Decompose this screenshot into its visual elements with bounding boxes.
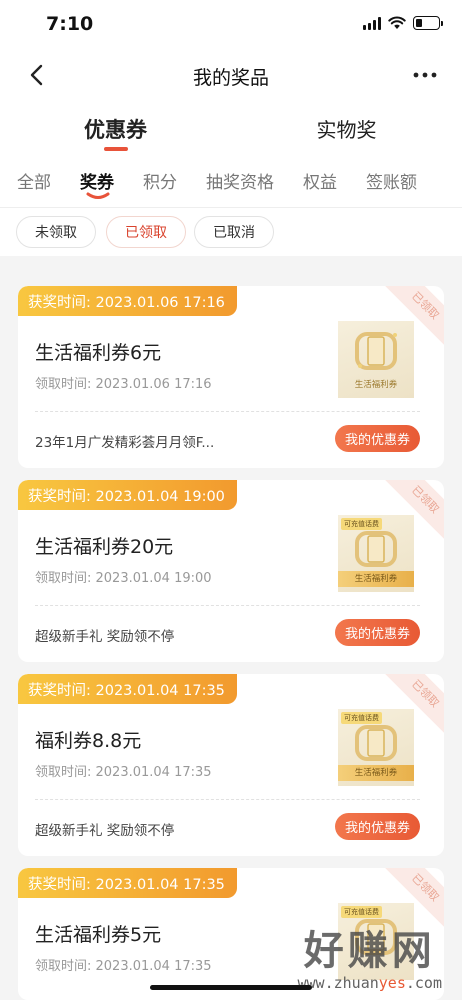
main-tabs: 优惠券 实物奖 — [0, 100, 462, 158]
phone-voucher-icon — [355, 725, 397, 761]
watermark-logo-text: 好赚网 — [303, 928, 436, 974]
prize-card: 获奖时间: 2023.01.06 17:16 已领取 生活福利券6元 领取时间:… — [18, 286, 444, 468]
card-divider — [35, 799, 420, 800]
phone-voucher-icon — [355, 332, 397, 370]
claim-time: 领取时间: 2023.01.06 17:16 — [35, 377, 212, 392]
card-divider — [35, 411, 420, 412]
prize-source: 超级新手礼 奖励领不停 — [35, 629, 175, 645]
claim-time: 领取时间: 2023.01.04 17:35 — [35, 959, 212, 974]
coupon-thumbnail: 可充值话费 生活福利券 — [338, 515, 414, 592]
prize-card: 获奖时间: 2023.01.04 17:35 已领取 福利券8.8元 领取时间:… — [18, 674, 444, 856]
coupon-thumbnail: 可充值话费 生活福利券 — [338, 709, 414, 786]
status-bar: 7:10 — [0, 0, 462, 50]
status-filters: 未领取 已领取 已取消 — [0, 208, 462, 256]
sub-tab-rights[interactable]: 权益 — [303, 168, 337, 193]
nav-bar: 我的奖品 — [0, 50, 462, 100]
filter-cancelled[interactable]: 已取消 — [194, 216, 274, 248]
page-title: 我的奖品 — [192, 67, 269, 89]
wifi-icon — [388, 16, 406, 29]
tab-coupons[interactable]: 优惠券 — [0, 100, 231, 158]
sub-tab-credit[interactable]: 签账额 — [366, 168, 417, 193]
phone-voucher-icon — [355, 531, 397, 567]
prize-title: 生活福利券6元 — [35, 342, 162, 364]
prize-title: 生活福利券5元 — [35, 924, 162, 946]
home-indicator — [150, 985, 312, 990]
site-watermark: 好赚网 www.zhuanyes.com — [298, 918, 443, 992]
battery-level — [416, 19, 423, 27]
cellular-signal-icon — [363, 16, 381, 30]
claim-time: 领取时间: 2023.01.04 19:00 — [35, 571, 212, 586]
coupon-thumbnail: 生活福利券 — [338, 321, 414, 398]
award-time-banner: 获奖时间: 2023.01.04 17:35 — [18, 868, 237, 898]
card-divider — [35, 605, 420, 606]
prize-title: 福利券8.8元 — [35, 730, 142, 752]
sub-tab-lottery[interactable]: 抽奖资格 — [206, 168, 274, 193]
award-time-banner: 获奖时间: 2023.01.04 19:00 — [18, 480, 237, 510]
active-sub-tab-indicator — [86, 192, 110, 199]
status-icons — [363, 16, 443, 30]
thumbnail-label: 生活福利券 — [354, 380, 398, 390]
filter-claimed[interactable]: 已领取 — [106, 216, 186, 248]
claim-time: 领取时间: 2023.01.04 17:35 — [35, 765, 212, 780]
status-time: 7:10 — [46, 13, 94, 35]
sub-tab-points[interactable]: 积分 — [143, 168, 177, 193]
sub-tab-all[interactable]: 全部 — [17, 168, 51, 193]
my-coupons-button[interactable]: 我的优惠券 — [334, 425, 420, 452]
prize-title: 生活福利券20元 — [35, 536, 174, 558]
thumbnail-label: 生活福利券 — [338, 765, 414, 781]
prize-card: 获奖时间: 2023.01.04 19:00 已领取 生活福利券20元 领取时间… — [18, 480, 444, 662]
more-options-icon[interactable] — [412, 63, 438, 87]
prize-source: 超级新手礼 奖励领不停 — [35, 823, 175, 839]
watermark-url: www.zhuanyes.com — [297, 974, 443, 992]
award-time-banner: 获奖时间: 2023.01.06 17:16 — [18, 286, 237, 316]
my-coupons-button[interactable]: 我的优惠券 — [334, 619, 420, 646]
sub-tabs: 全部 奖券 积分 抽奖资格 权益 签账额 — [0, 158, 462, 208]
battery-icon — [413, 16, 443, 30]
sub-tab-vouchers[interactable]: 奖券 — [80, 168, 114, 193]
my-coupons-button[interactable]: 我的优惠券 — [334, 813, 420, 840]
thumbnail-label: 生活福利券 — [338, 571, 414, 587]
tab-physical-prizes[interactable]: 实物奖 — [231, 100, 462, 158]
filter-unclaimed[interactable]: 未领取 — [16, 216, 96, 248]
prize-source: 23年1月广发精彩荟月月领F... — [35, 435, 215, 451]
award-time-banner: 获奖时间: 2023.01.04 17:35 — [18, 674, 237, 704]
